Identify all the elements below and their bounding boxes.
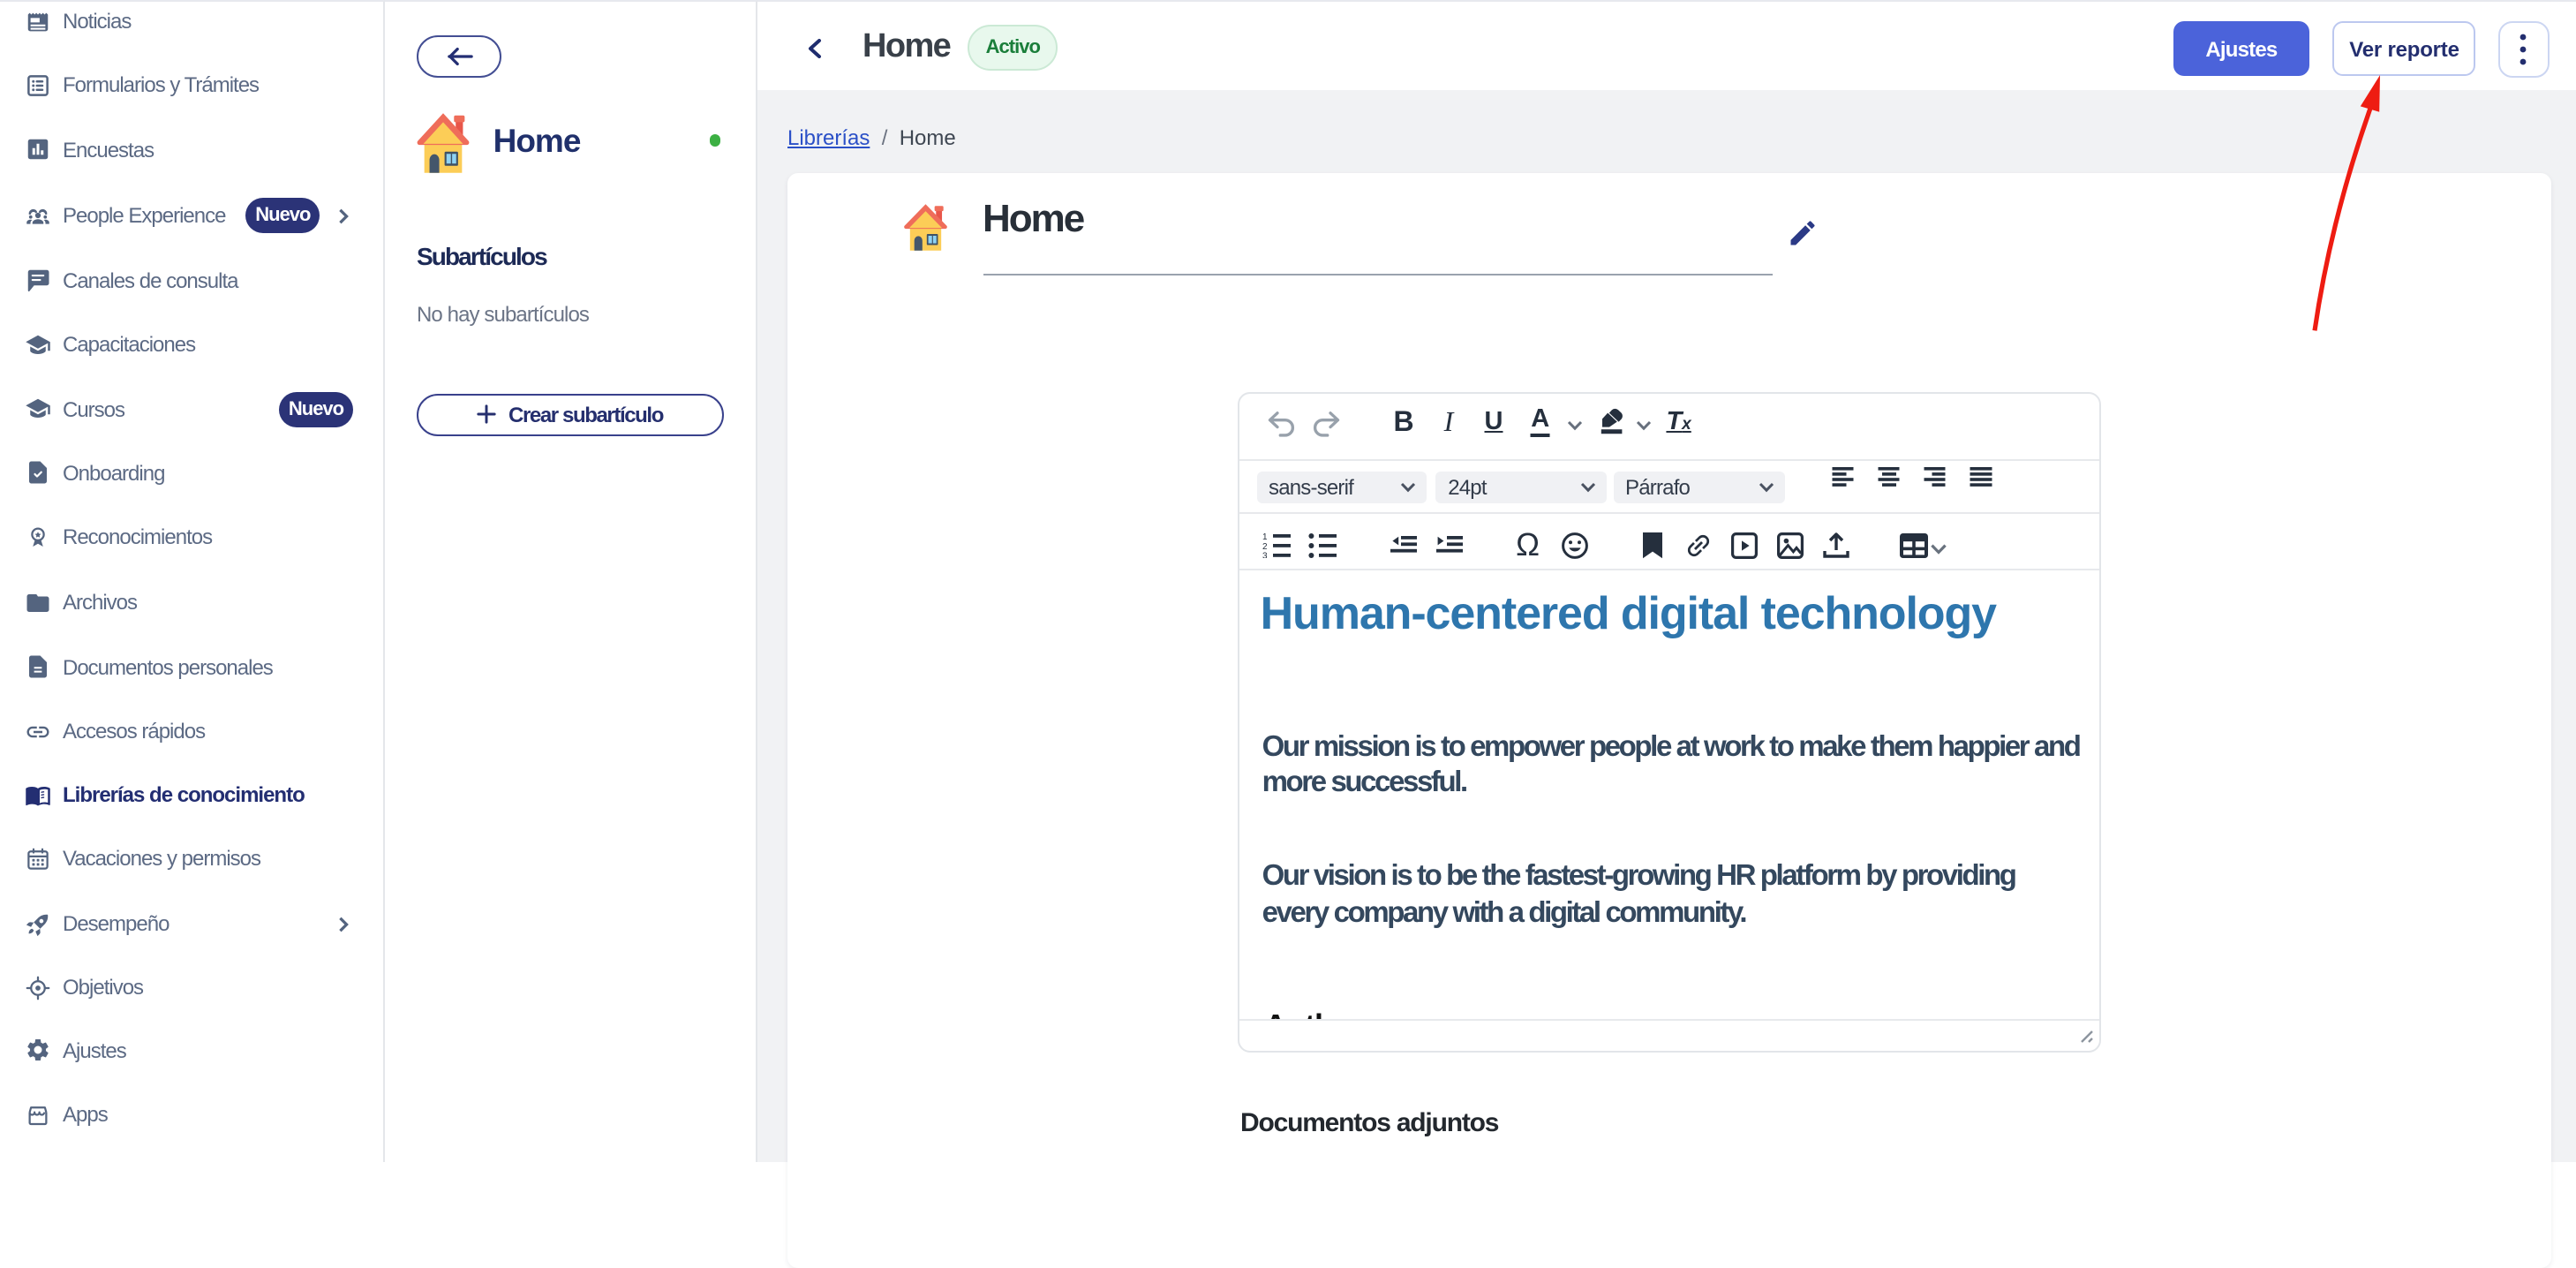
svg-text:3: 3 — [1262, 552, 1268, 559]
svg-text:1: 1 — [1262, 534, 1268, 543]
